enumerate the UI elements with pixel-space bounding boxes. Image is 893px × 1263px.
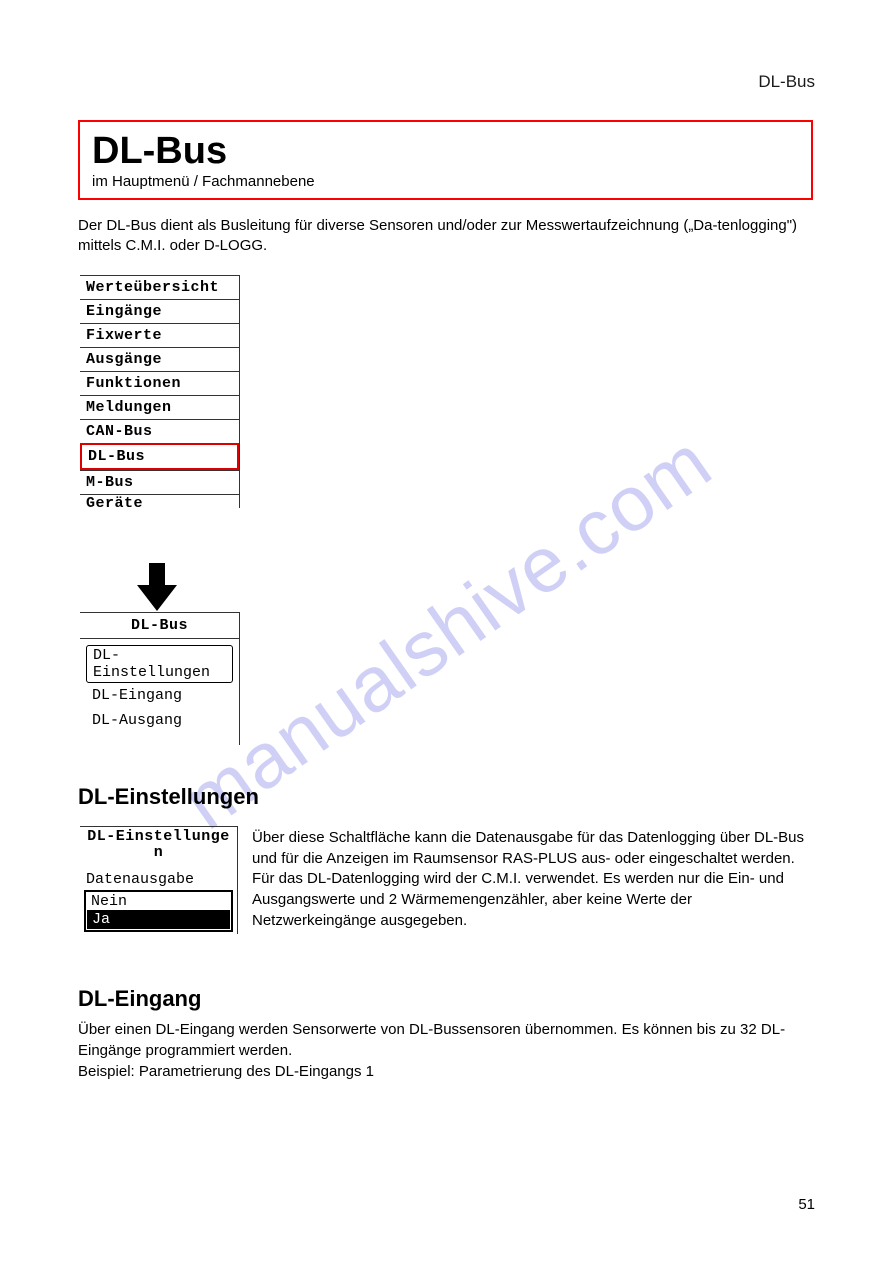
section-header-label: DL-Bus	[758, 72, 815, 92]
option-ja[interactable]: Ja	[87, 910, 230, 929]
menu-item[interactable]: CAN-Bus	[80, 419, 239, 443]
dl-settings-heading: DL-Einstellungen	[78, 784, 259, 810]
submenu-title: DL-Bus	[80, 612, 239, 639]
page-number: 51	[798, 1196, 815, 1213]
dl-input-section: DL-Eingang Über einen DL-Eingang werden …	[78, 984, 813, 1082]
dl-input-heading: DL-Eingang	[78, 984, 813, 1015]
dl-bus-submenu: DL-Bus DL-Einstellungen DL-Eingang DL-Au…	[80, 612, 240, 745]
option-nein[interactable]: Nein	[87, 893, 230, 910]
menu-item-selected-dl-bus[interactable]: DL-Bus	[80, 443, 239, 470]
setting-label-datenausgabe: Datenausgabe	[80, 871, 237, 888]
option-select-box: Nein Ja	[84, 890, 233, 932]
dl-input-text: Über einen DL-Eingang werden Sensorwerte…	[78, 1019, 813, 1082]
arrow-down-icon	[137, 563, 177, 611]
submenu-item[interactable]: DL-Ausgang	[86, 708, 233, 733]
menu-item[interactable]: Fixwerte	[80, 323, 239, 347]
title-main: DL-Bus	[80, 122, 811, 173]
settings-title: DL-Einstellunge n	[80, 826, 237, 861]
main-menu-screenshot: Werteübersicht Eingänge Fixwerte Ausgäng…	[80, 275, 240, 508]
title-box: DL-Bus im Hauptmenü / Fachmannebene	[78, 120, 813, 200]
dl-settings-screenshot: DL-Einstellunge n Datenausgabe Nein Ja	[80, 826, 238, 934]
submenu-item-selected-einstellungen[interactable]: DL-Einstellungen	[86, 645, 233, 683]
watermark: manualshive.com	[166, 416, 728, 847]
title-subtitle: im Hauptmenü / Fachmannebene	[80, 173, 811, 190]
submenu-item[interactable]: DL-Eingang	[86, 683, 233, 708]
menu-item[interactable]: Funktionen	[80, 371, 239, 395]
menu-item[interactable]: Geräte	[80, 494, 239, 508]
menu-item[interactable]: Ausgänge	[80, 347, 239, 371]
menu-item[interactable]: Werteübersicht	[80, 275, 239, 299]
menu-item[interactable]: M-Bus	[80, 470, 239, 494]
menu-item[interactable]: Eingänge	[80, 299, 239, 323]
intro-paragraph: Der DL-Bus dient als Busleitung für dive…	[78, 216, 813, 257]
settings-description: Über diese Schaltfläche kann die Datenau…	[252, 828, 812, 931]
menu-item[interactable]: Meldungen	[80, 395, 239, 419]
